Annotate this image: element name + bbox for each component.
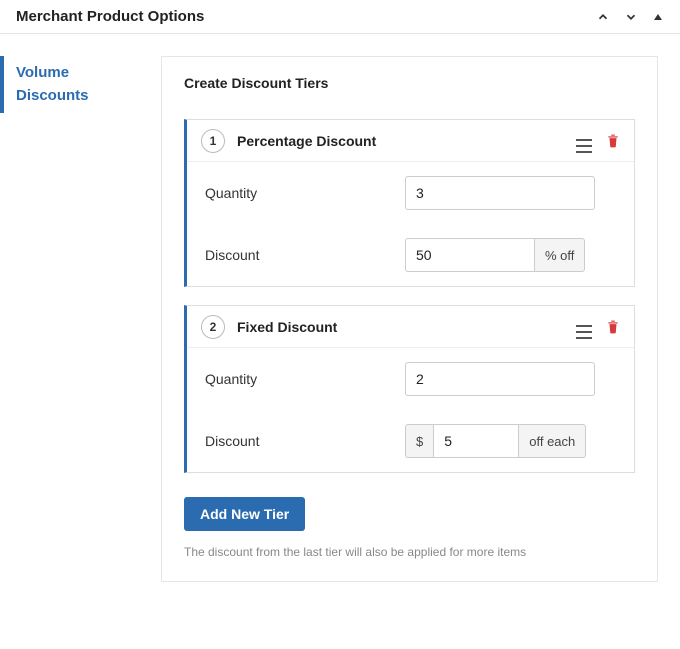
tier-title: Fixed Discount xyxy=(237,319,576,335)
quantity-label: Quantity xyxy=(205,371,405,387)
quantity-label: Quantity xyxy=(205,185,405,201)
hamburger-icon xyxy=(576,139,592,153)
discount-input[interactable] xyxy=(434,424,519,458)
tier-index-badge: 1 xyxy=(201,129,225,153)
discount-tier: 1 Percentage Discount Quantity xyxy=(184,119,635,287)
chevron-down-icon xyxy=(624,10,638,24)
sidebar: Volume Discounts xyxy=(0,56,155,113)
quantity-row: Quantity xyxy=(187,162,634,224)
triangle-up-icon xyxy=(652,11,664,23)
tier-header: 1 Percentage Discount xyxy=(187,120,634,162)
discount-label: Discount xyxy=(205,433,405,449)
trash-icon xyxy=(606,319,620,335)
discount-row: Discount % off xyxy=(187,224,634,286)
quantity-input[interactable] xyxy=(405,362,595,396)
tier-note: The discount from the last tier will als… xyxy=(184,545,635,559)
off-each-suffix: off each xyxy=(519,424,586,458)
delete-tier-button[interactable] xyxy=(606,319,620,335)
header-controls xyxy=(596,10,664,24)
tier-title: Percentage Discount xyxy=(237,133,576,149)
drag-handle[interactable] xyxy=(576,128,592,153)
panel-title: Create Discount Tiers xyxy=(184,75,635,91)
hamburger-icon xyxy=(576,325,592,339)
trash-icon xyxy=(606,133,620,149)
collapse-button[interactable] xyxy=(652,11,664,23)
discount-label: Discount xyxy=(205,247,405,263)
discount-input[interactable] xyxy=(405,238,535,272)
delete-tier-button[interactable] xyxy=(606,133,620,149)
sidebar-tab-volume-discounts[interactable]: Volume Discounts xyxy=(0,56,155,113)
tier-header: 2 Fixed Discount xyxy=(187,306,634,348)
move-down-button[interactable] xyxy=(624,10,638,24)
discount-tiers-panel: Create Discount Tiers 1 Percentage Disco… xyxy=(161,56,658,582)
add-new-tier-button[interactable]: Add New Tier xyxy=(184,497,305,531)
discount-row: Discount $ off each xyxy=(187,410,634,472)
quantity-input[interactable] xyxy=(405,176,595,210)
quantity-row: Quantity xyxy=(187,348,634,410)
percent-off-suffix: % off xyxy=(535,238,585,272)
tier-index-badge: 2 xyxy=(201,315,225,339)
drag-handle[interactable] xyxy=(576,314,592,339)
section-header: Merchant Product Options xyxy=(0,0,680,34)
discount-tier: 2 Fixed Discount Quantity Disco xyxy=(184,305,635,473)
chevron-up-icon xyxy=(596,10,610,24)
section-title: Merchant Product Options xyxy=(16,8,204,25)
move-up-button[interactable] xyxy=(596,10,610,24)
currency-prefix: $ xyxy=(405,424,434,458)
